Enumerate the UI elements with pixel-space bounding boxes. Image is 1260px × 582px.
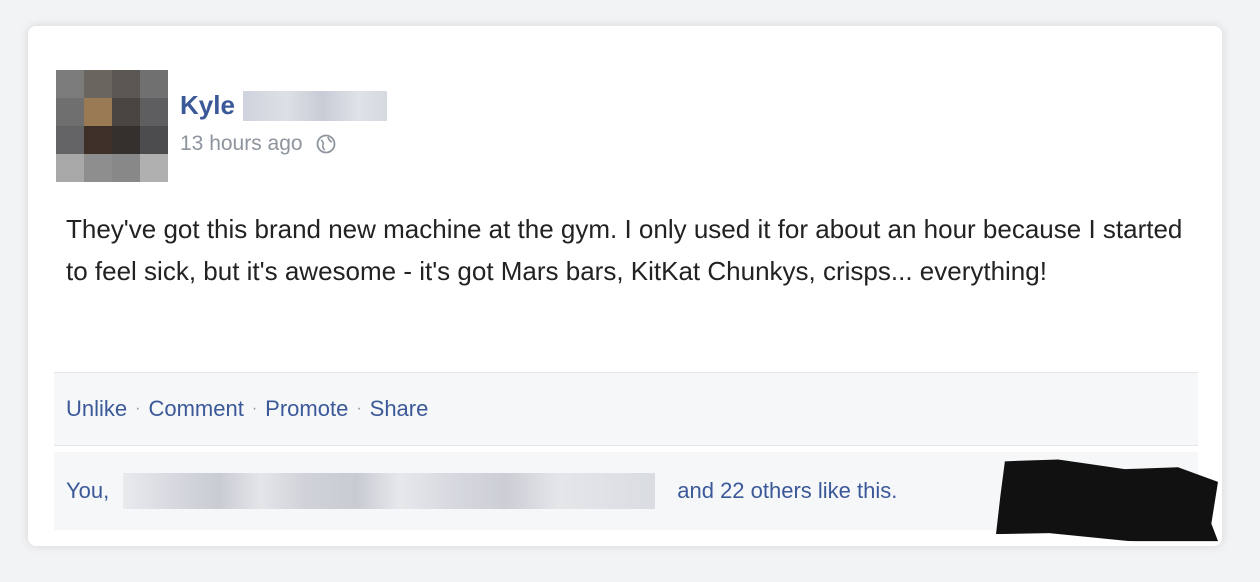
post-card: Kyle 13 hours ago They've got this brand…: [28, 26, 1222, 546]
post-timestamp[interactable]: 13 hours ago: [180, 132, 303, 156]
action-separator: ·: [356, 400, 362, 417]
unlike-link[interactable]: Unlike: [66, 396, 127, 422]
globe-icon[interactable]: [315, 133, 337, 155]
avatar[interactable]: [56, 70, 168, 182]
post-text: They've got this brand new machine at th…: [66, 214, 1183, 286]
action-separator: ·: [251, 400, 258, 417]
promote-link[interactable]: Promote: [265, 396, 348, 422]
share-link[interactable]: Share: [370, 396, 429, 422]
likes-others-text[interactable]: and 22 others like this.: [677, 478, 897, 504]
action-separator: ·: [135, 400, 141, 417]
author-line: Kyle: [180, 90, 387, 121]
author-name[interactable]: Kyle: [180, 90, 235, 121]
post-actions: Unlike · Comment · Promote · Share: [54, 372, 1198, 446]
comment-link[interactable]: Comment: [148, 396, 243, 422]
likes-you-link[interactable]: You,: [66, 478, 109, 504]
author-surname-blur: [242, 90, 387, 121]
post-meta: 13 hours ago: [180, 132, 337, 156]
likes-names-blur: [123, 473, 656, 509]
